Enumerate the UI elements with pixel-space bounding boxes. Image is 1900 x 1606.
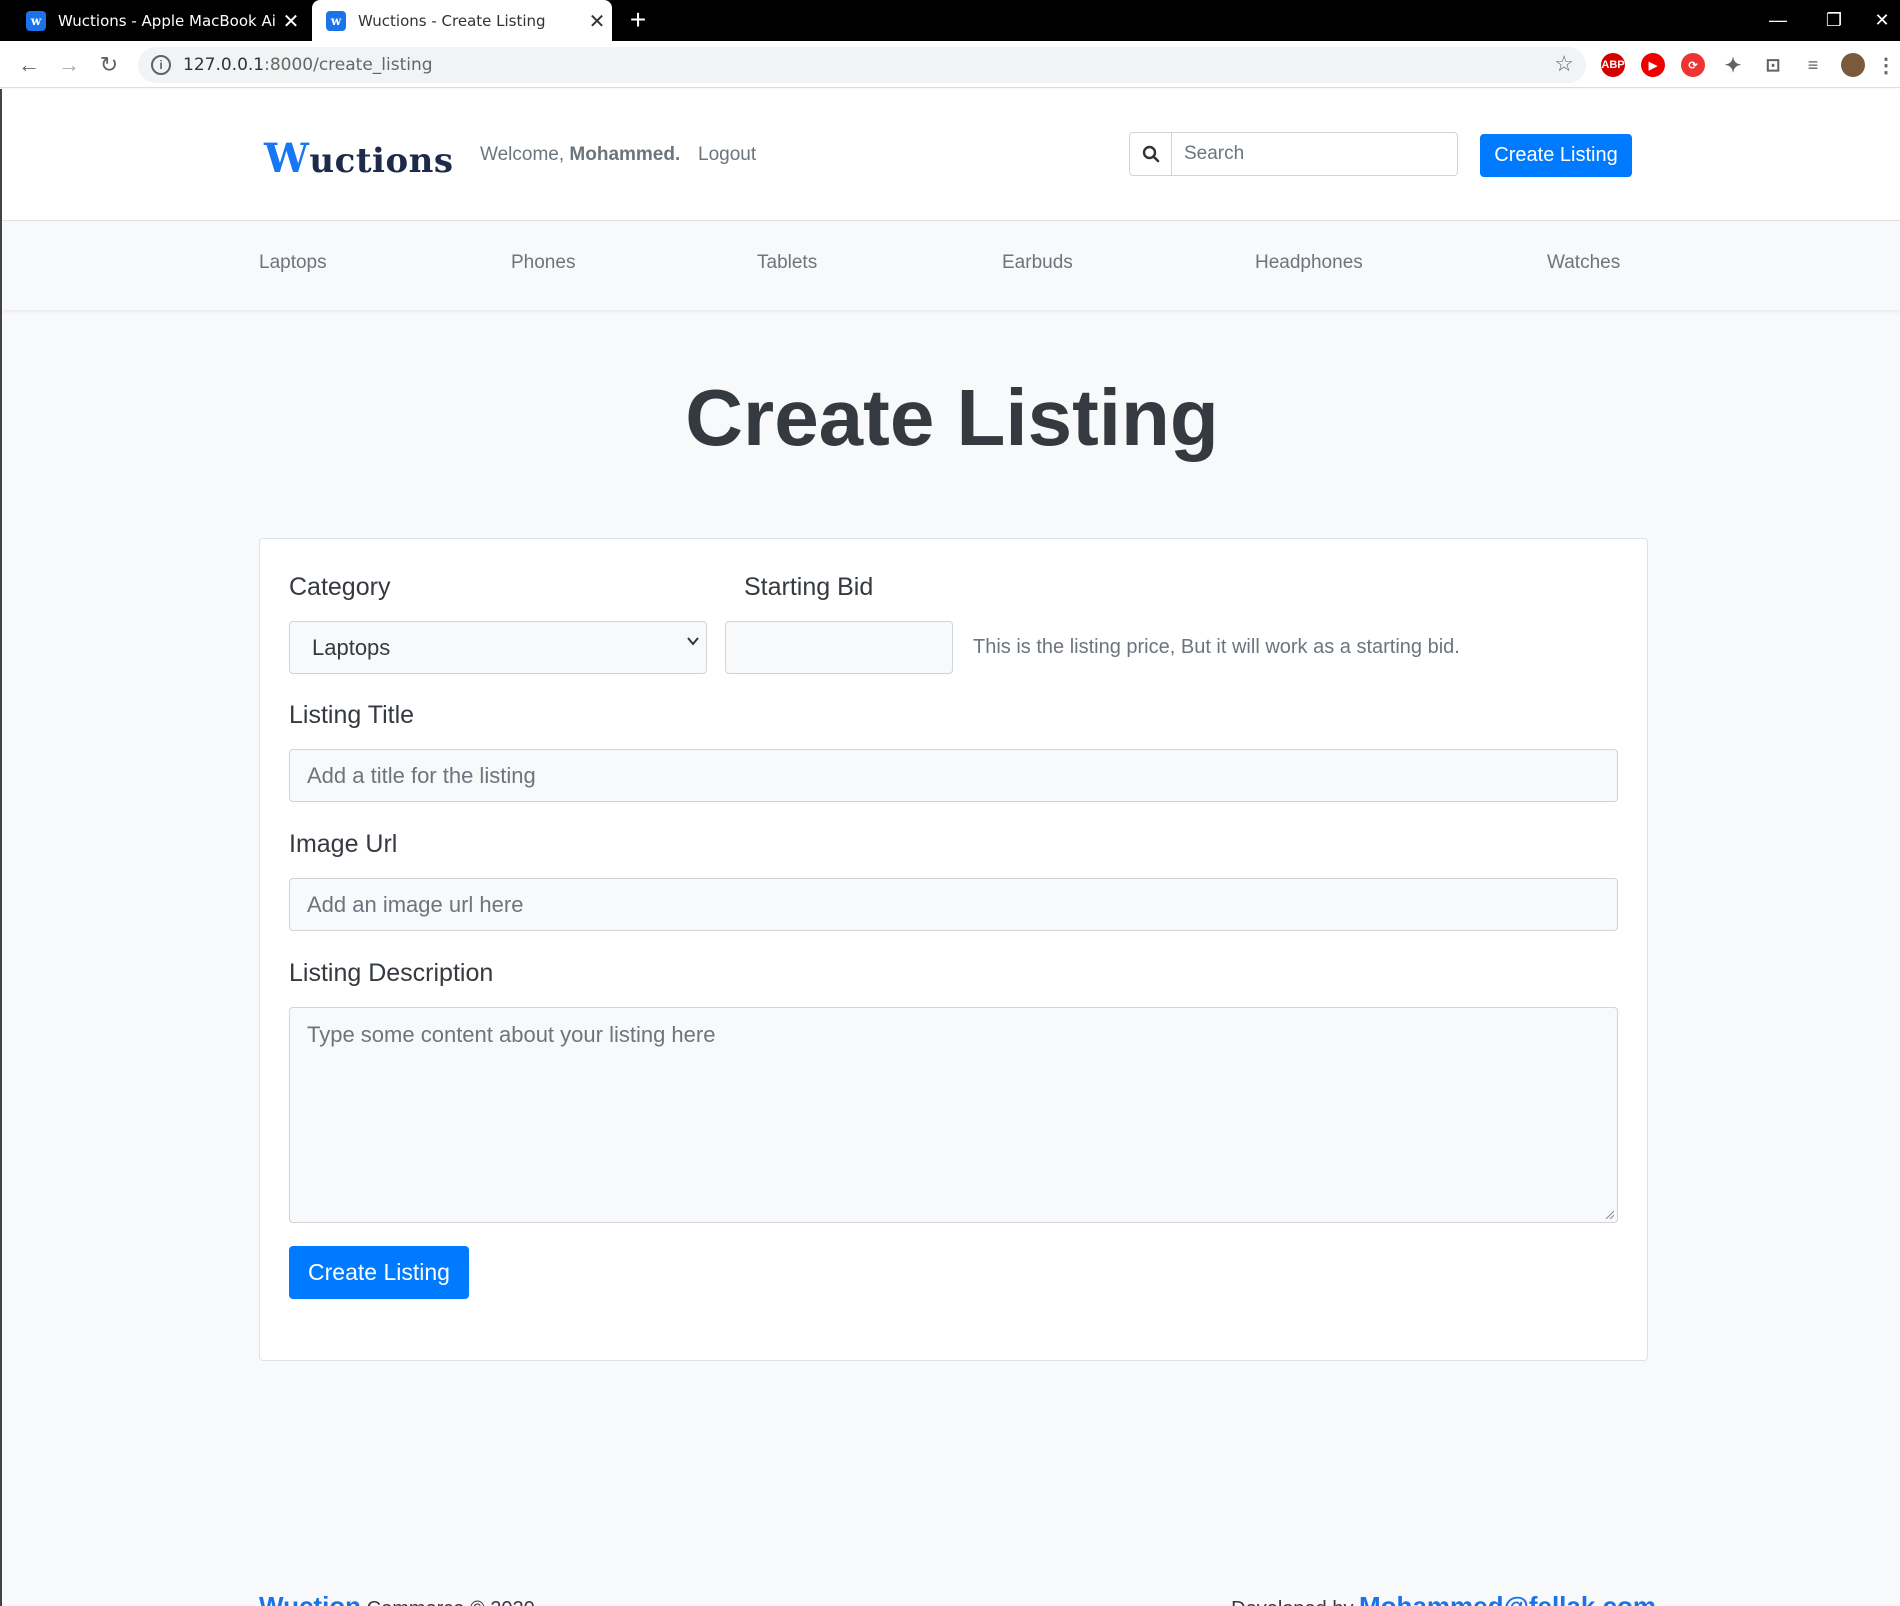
- create-listing-submit-button[interactable]: Create Listing: [289, 1246, 469, 1299]
- nav-item-laptops[interactable]: Laptops: [259, 252, 327, 274]
- image-url-label: Image Url: [289, 830, 398, 858]
- tab-title: Wuctions - Create Listing: [358, 11, 546, 30]
- footer-developed-by: Developed by: [1231, 1598, 1353, 1606]
- category-nav: Laptops Phones Tablets Earbuds Headphone…: [2, 222, 1900, 310]
- browser-tabbar: w Wuctions - Apple MacBook Air (1 ✕ w Wu…: [0, 0, 1900, 41]
- starting-bid-input[interactable]: [725, 621, 953, 674]
- forward-arrow-icon[interactable]: →: [53, 49, 85, 81]
- listing-description-label: Listing Description: [289, 959, 494, 987]
- puzzle-icon[interactable]: ✦: [1721, 53, 1745, 77]
- header-create-listing-button[interactable]: Create Listing: [1480, 134, 1632, 177]
- listing-title-input[interactable]: Add a title for the listing: [289, 749, 1618, 802]
- listing-title-label: Listing Title: [289, 701, 415, 729]
- footer-developer: Developed by Mohammed@fellak.com: [1231, 1591, 1656, 1606]
- window-close-icon[interactable]: ✕: [1862, 0, 1900, 41]
- footer-email-link[interactable]: Mohammed@fellak.com: [1359, 1591, 1656, 1606]
- create-listing-form: Category Starting Bid Laptops This is th…: [259, 538, 1648, 1361]
- nav-item-phones[interactable]: Phones: [511, 252, 575, 274]
- info-icon[interactable]: i: [151, 55, 171, 75]
- footer-copyright: Commerce © 2020: [367, 1598, 535, 1606]
- youtube-icon[interactable]: ▶: [1641, 53, 1665, 77]
- page-content: Wuctions Welcome, Mohammed. Logout Creat…: [0, 89, 1900, 1606]
- wuctions-favicon-icon: w: [326, 10, 346, 31]
- wuctions-logo[interactable]: Wuctions: [264, 135, 454, 182]
- minimize-icon[interactable]: —: [1758, 0, 1798, 41]
- bookmark-star-icon[interactable]: ☆: [1554, 51, 1574, 77]
- menu-dots-icon[interactable]: ⋮: [1876, 53, 1896, 77]
- search-input[interactable]: [1172, 133, 1457, 175]
- search-icon[interactable]: [1130, 133, 1172, 175]
- site-header: Wuctions Welcome, Mohammed. Logout Creat…: [2, 89, 1900, 221]
- sync-icon[interactable]: ⟳: [1681, 53, 1705, 77]
- starting-bid-help-text: This is the listing price, But it will w…: [973, 636, 1460, 658]
- nav-item-tablets[interactable]: Tablets: [757, 252, 817, 274]
- search-box: [1129, 132, 1458, 176]
- resize-handle-icon[interactable]: [1604, 1209, 1614, 1219]
- url-text: 127.0.0.1:8000/create_listing: [183, 55, 433, 75]
- page-title: Create Listing: [685, 373, 1219, 462]
- close-icon[interactable]: ✕: [582, 9, 612, 33]
- image-url-placeholder: Add an image url here: [307, 891, 524, 917]
- browser-toolbar: ← → ↻ i 127.0.0.1:8000/create_listing ☆ …: [0, 41, 1900, 88]
- cast-icon[interactable]: ⊡: [1761, 53, 1785, 77]
- tab-title: Wuctions - Apple MacBook Air (1: [58, 11, 276, 30]
- address-bar[interactable]: i 127.0.0.1:8000/create_listing ☆: [138, 47, 1586, 83]
- chevron-down-icon: [687, 637, 699, 646]
- category-label: Category: [289, 573, 391, 601]
- back-arrow-icon[interactable]: ←: [13, 49, 45, 81]
- listing-description-placeholder: Type some content about your listing her…: [307, 1022, 716, 1047]
- logout-link[interactable]: Logout: [698, 144, 756, 166]
- username: Mohammed.: [569, 144, 681, 165]
- starting-bid-label: Starting Bid: [744, 573, 874, 601]
- category-selected-value: Laptops: [312, 634, 391, 660]
- footer-brand: Wuction Commerce © 2020: [259, 1591, 535, 1606]
- browser-tab-create-listing[interactable]: w Wuctions - Create Listing ✕: [312, 0, 612, 41]
- browser-tab-macbook[interactable]: w Wuctions - Apple MacBook Air (1 ✕: [0, 0, 306, 41]
- image-url-input[interactable]: Add an image url here: [289, 878, 1618, 931]
- welcome-text: Welcome, Mohammed.: [480, 144, 681, 165]
- nav-item-headphones[interactable]: Headphones: [1255, 252, 1363, 274]
- reload-icon[interactable]: ↻: [93, 49, 125, 81]
- listing-title-placeholder: Add a title for the listing: [307, 762, 536, 788]
- avatar[interactable]: [1841, 53, 1865, 77]
- wuctions-favicon-icon: w: [26, 10, 46, 31]
- new-tab-icon[interactable]: +: [625, 4, 651, 36]
- close-icon[interactable]: ✕: [276, 9, 306, 33]
- media-icon[interactable]: ≡: [1801, 53, 1825, 77]
- nav-item-earbuds[interactable]: Earbuds: [1002, 252, 1073, 274]
- nav-item-watches[interactable]: Watches: [1547, 252, 1620, 274]
- category-select[interactable]: Laptops: [289, 621, 707, 674]
- adblock-icon[interactable]: ABP: [1601, 53, 1625, 77]
- listing-description-textarea[interactable]: Type some content about your listing her…: [289, 1007, 1618, 1223]
- restore-icon[interactable]: ❐: [1814, 0, 1854, 41]
- footer-brand-name[interactable]: Wuction: [259, 1591, 361, 1606]
